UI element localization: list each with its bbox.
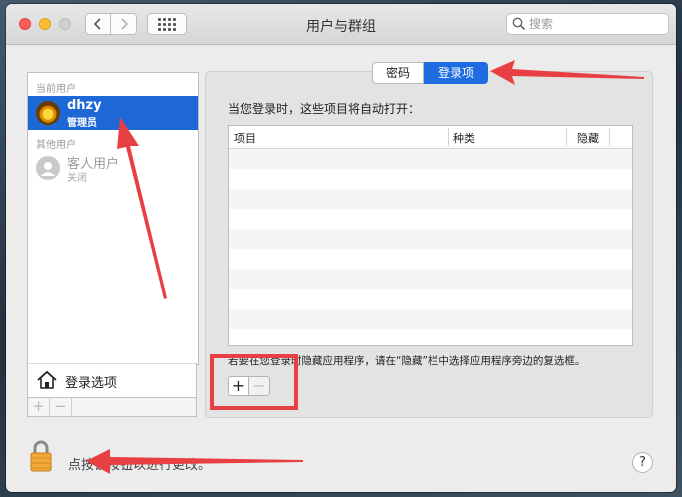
annotation-arrows — [86, 60, 644, 474]
annotation-arrow-tabs — [490, 60, 644, 85]
annotation-arrow-lock — [86, 449, 303, 474]
annotation-arrow-user — [117, 117, 167, 299]
